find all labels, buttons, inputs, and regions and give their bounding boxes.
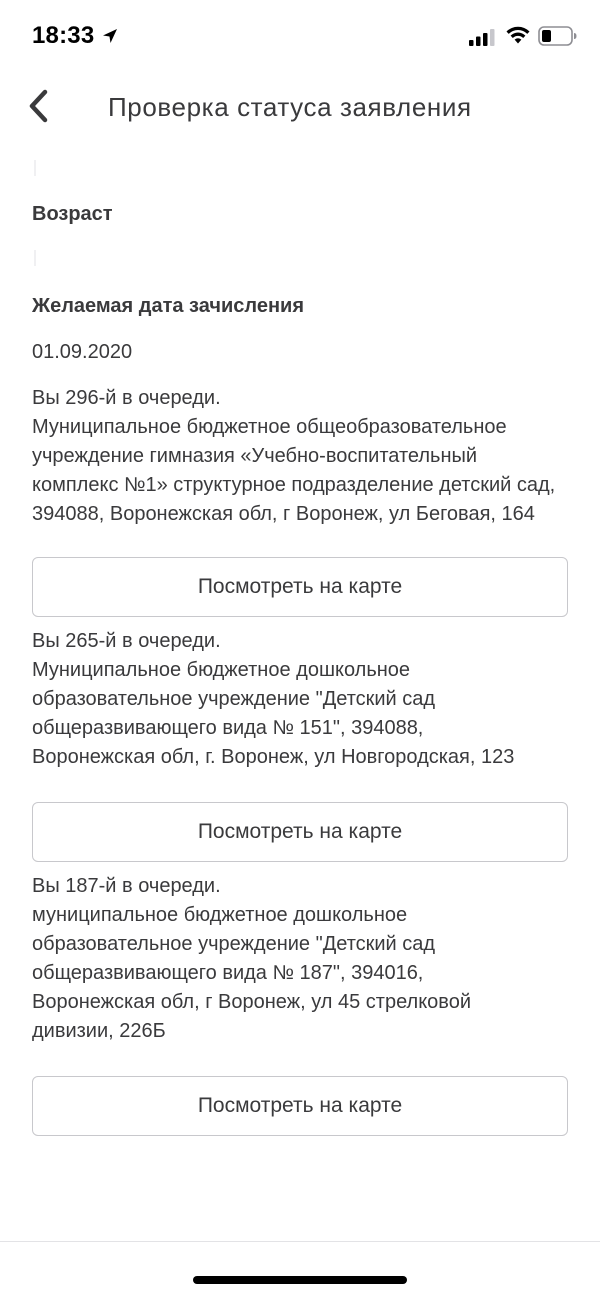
- desired-date-label: Желаемая дата зачисления: [32, 295, 305, 317]
- home-indicator: [193, 1276, 407, 1284]
- age-label: Возраст: [32, 203, 113, 225]
- queue-position: Вы 265-й в очереди.: [32, 630, 221, 652]
- queue-position: Вы 296-й в очереди.: [32, 387, 221, 409]
- view-on-map-button[interactable]: Посмотреть на карте: [32, 1076, 568, 1136]
- queue-item: Вы 265-й в очереди. Муниципальное бюджет…: [32, 627, 552, 772]
- queue-position: Вы 187-й в очереди.: [32, 875, 221, 897]
- queue-item: Вы 187-й в очереди. муниципальное бюджет…: [32, 872, 544, 1046]
- age-value: [32, 240, 568, 276]
- chevron-left-icon: [29, 89, 48, 123]
- cellular-signal-icon: [469, 29, 495, 46]
- kindergarten-address: Муниципальное бюджетное общеобразователь…: [32, 416, 556, 525]
- queue-item: Вы 296-й в очереди. Муниципальное бюджет…: [32, 384, 568, 529]
- view-on-map-button[interactable]: Посмотреть на карте: [32, 802, 568, 862]
- page-title: Проверка статуса заявления: [108, 92, 472, 122]
- desired-date-value: 01.09.2020: [32, 341, 133, 363]
- location-arrow-icon: [103, 29, 117, 43]
- wifi-icon: [506, 26, 530, 44]
- hidden-field-value: [32, 150, 568, 186]
- kindergarten-address: муниципальное бюджетное дошкольное образ…: [32, 904, 471, 1042]
- kindergarten-address: Муниципальное бюджетное дошкольное образ…: [32, 659, 515, 768]
- nav-bar: Проверка статуса заявления: [0, 72, 600, 140]
- status-bar: 18:33: [0, 0, 600, 72]
- back-button[interactable]: [18, 86, 58, 126]
- bottom-divider: [0, 1241, 600, 1242]
- view-on-map-button[interactable]: Посмотреть на карте: [32, 557, 568, 617]
- battery-icon: [538, 26, 577, 46]
- status-time: 18:33: [32, 22, 95, 49]
- application-status-content: Возраст Желаемая дата зачисления 01.09.2…: [32, 150, 568, 1136]
